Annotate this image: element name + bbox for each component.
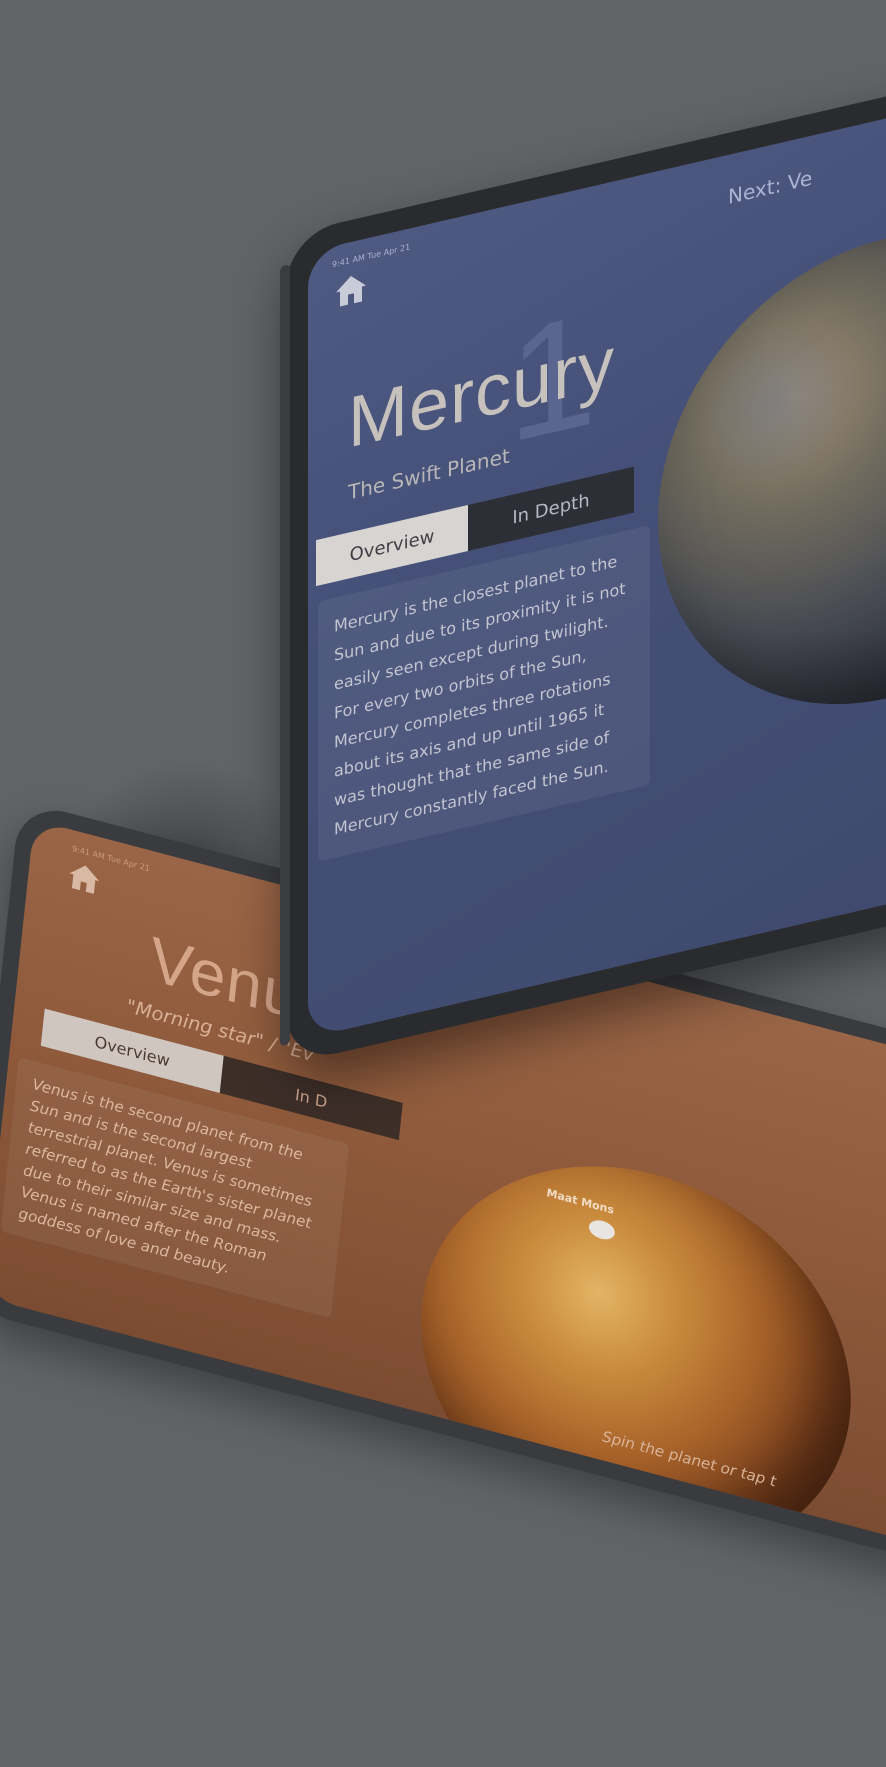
planet-description: Mercury is the closest planet to the Sun…	[318, 524, 650, 862]
mercury-globe[interactable]	[658, 184, 886, 752]
home-icon[interactable]	[334, 270, 368, 310]
home-icon[interactable]	[66, 859, 103, 897]
mercury-screen: 9:41 AM Tue Apr 21 1 Next: Ve Mercury Th…	[308, 95, 886, 1038]
device-mockup-scene: 9:41 AM Tue Apr 21 Venus "Morning star" …	[0, 0, 886, 1767]
mercury-tablet: 9:41 AM Tue Apr 21 1 Next: Ve Mercury Th…	[280, 68, 886, 1065]
status-bar: 9:41 AM Tue Apr 21	[332, 242, 411, 270]
tablet-edge	[280, 264, 290, 1047]
next-planet-link[interactable]: Next: Ve	[728, 166, 812, 209]
venus-globe[interactable]	[402, 1118, 870, 1551]
